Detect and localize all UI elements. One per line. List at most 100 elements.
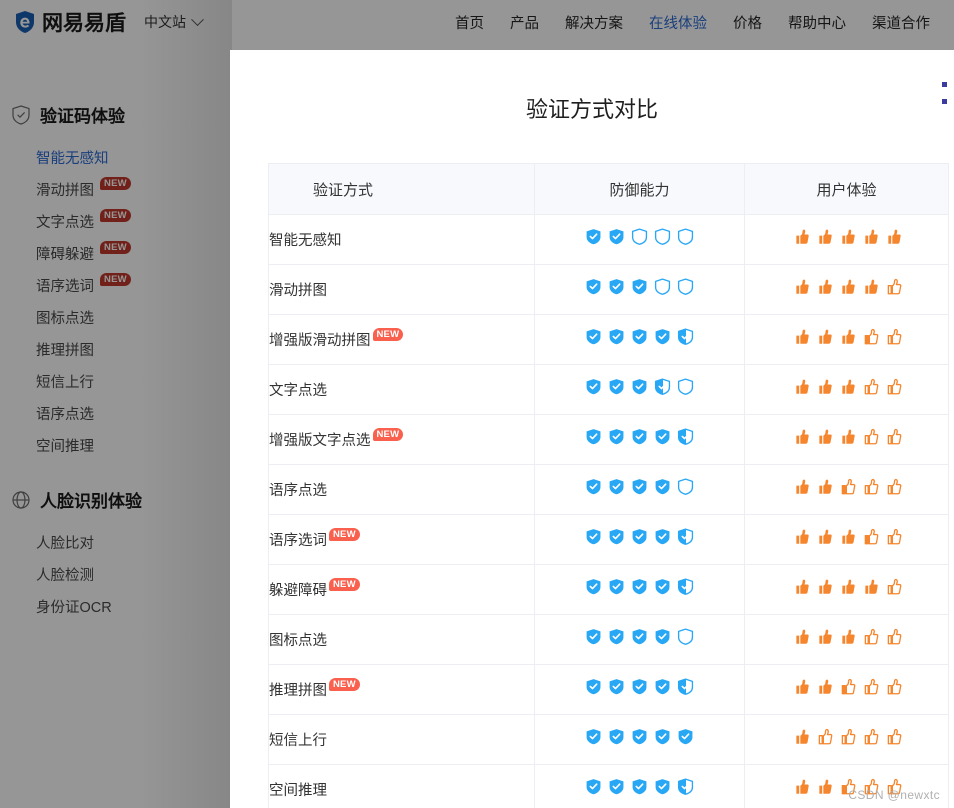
shield-full-icon bbox=[608, 378, 626, 396]
method-name: 语序选词 bbox=[269, 533, 327, 549]
thumb-up-full-icon bbox=[861, 578, 879, 596]
thumb-up-empty-icon bbox=[884, 278, 902, 296]
shield-rating bbox=[585, 228, 695, 246]
thumb-up-rating bbox=[792, 328, 902, 346]
defense-cell bbox=[534, 614, 745, 665]
shield-full-icon bbox=[654, 328, 672, 346]
shield-full-icon bbox=[585, 578, 603, 596]
method-name-cell: 增强版文字点选 NEW bbox=[268, 414, 535, 465]
method-name-cell: 增强版滑动拼图 NEW bbox=[268, 314, 535, 365]
thumb-up-full-icon bbox=[792, 678, 810, 696]
shield-full-icon bbox=[631, 428, 649, 446]
thumb-up-full-icon bbox=[815, 478, 833, 496]
method-name: 文字点选 bbox=[269, 383, 327, 399]
thumb-up-rating bbox=[792, 728, 902, 746]
thumb-up-empty-icon bbox=[884, 378, 902, 396]
shield-full-icon bbox=[585, 628, 603, 646]
thumb-up-empty-icon bbox=[884, 628, 902, 646]
method-name: 增强版文字点选 bbox=[269, 433, 371, 449]
thumb-up-full-icon bbox=[792, 428, 810, 446]
shield-half-icon bbox=[677, 578, 695, 596]
shield-full-icon bbox=[585, 328, 603, 346]
defense-cell bbox=[534, 764, 745, 808]
method-name-cell: 短信上行 bbox=[268, 714, 535, 765]
method-name-cell: 滑动拼图 bbox=[268, 264, 535, 315]
experience-cell bbox=[744, 564, 949, 615]
overlay-edge-shadow bbox=[140, 0, 232, 808]
defense-cell bbox=[534, 214, 745, 265]
shield-full-icon bbox=[654, 628, 672, 646]
shield-half-icon bbox=[654, 378, 672, 396]
comparison-table: 验证方式 防御能力 用户体验 智能无感知 滑动拼图 增强版滑动拼图 NEW 文字点选增强… bbox=[268, 163, 949, 808]
shield-full-icon bbox=[631, 678, 649, 696]
shield-full-icon bbox=[608, 578, 626, 596]
side-mark-icon bbox=[942, 99, 947, 104]
defense-cell bbox=[534, 414, 745, 465]
shield-rating bbox=[585, 628, 695, 646]
thumb-up-half-icon bbox=[838, 478, 856, 496]
shield-full-icon bbox=[631, 778, 649, 796]
shield-half-icon bbox=[677, 678, 695, 696]
defense-cell bbox=[534, 314, 745, 365]
shield-full-icon bbox=[631, 278, 649, 296]
method-name-cell: 语序选词 NEW bbox=[268, 514, 535, 565]
shield-full-icon bbox=[585, 478, 603, 496]
thumb-up-empty-icon bbox=[884, 678, 902, 696]
thumb-up-full-icon bbox=[815, 678, 833, 696]
shield-empty-icon bbox=[654, 278, 672, 296]
thumb-up-full-icon bbox=[838, 278, 856, 296]
shield-rating bbox=[585, 478, 695, 496]
defense-cell bbox=[534, 464, 745, 515]
col-header-method: 验证方式 bbox=[268, 163, 535, 215]
shield-full-icon bbox=[585, 778, 603, 796]
shield-rating bbox=[585, 328, 695, 346]
new-badge: NEW bbox=[329, 577, 360, 591]
side-mark-icon bbox=[942, 82, 947, 87]
shield-full-icon bbox=[677, 728, 695, 746]
shield-half-icon bbox=[677, 778, 695, 796]
thumb-up-rating bbox=[792, 428, 902, 446]
table-header-row: 验证方式 防御能力 用户体验 bbox=[268, 163, 949, 215]
thumb-up-empty-icon bbox=[884, 428, 902, 446]
col-header-defense: 防御能力 bbox=[534, 163, 745, 215]
thumb-up-half-icon bbox=[838, 678, 856, 696]
thumb-up-full-icon bbox=[815, 578, 833, 596]
shield-full-icon bbox=[631, 578, 649, 596]
defense-cell bbox=[534, 664, 745, 715]
shield-full-icon bbox=[585, 228, 603, 246]
shield-empty-icon bbox=[677, 378, 695, 396]
thumb-up-full-icon bbox=[815, 528, 833, 546]
shield-empty-icon bbox=[654, 228, 672, 246]
thumb-up-full-icon bbox=[838, 228, 856, 246]
experience-cell bbox=[744, 214, 949, 265]
thumb-up-full-icon bbox=[815, 378, 833, 396]
thumb-up-full-icon bbox=[838, 378, 856, 396]
thumb-up-full-icon bbox=[815, 228, 833, 246]
shield-empty-icon bbox=[677, 628, 695, 646]
shield-rating bbox=[585, 728, 695, 746]
shield-half-icon bbox=[677, 328, 695, 346]
defense-cell bbox=[534, 514, 745, 565]
defense-cell bbox=[534, 714, 745, 765]
thumb-up-full-icon bbox=[838, 578, 856, 596]
shield-full-icon bbox=[608, 678, 626, 696]
method-name-cell: 智能无感知 bbox=[268, 214, 535, 265]
table-row: 图标点选 bbox=[268, 614, 949, 665]
table-row: 推理拼图 NEW bbox=[268, 664, 949, 715]
thumb-up-half-icon bbox=[861, 528, 879, 546]
shield-full-icon bbox=[631, 728, 649, 746]
shield-empty-icon bbox=[677, 228, 695, 246]
thumb-up-empty-icon bbox=[884, 328, 902, 346]
shield-full-icon bbox=[585, 428, 603, 446]
thumb-up-full-icon bbox=[815, 778, 833, 796]
thumb-up-full-icon bbox=[792, 628, 810, 646]
thumb-up-empty-icon bbox=[884, 728, 902, 746]
experience-cell bbox=[744, 664, 949, 715]
method-name: 语序点选 bbox=[269, 483, 327, 499]
table-row: 短信上行 bbox=[268, 714, 949, 765]
shield-full-icon bbox=[654, 478, 672, 496]
thumb-up-empty-icon bbox=[861, 378, 879, 396]
method-name-cell: 语序点选 bbox=[268, 464, 535, 515]
thumb-up-full-icon bbox=[815, 428, 833, 446]
shield-rating bbox=[585, 578, 695, 596]
